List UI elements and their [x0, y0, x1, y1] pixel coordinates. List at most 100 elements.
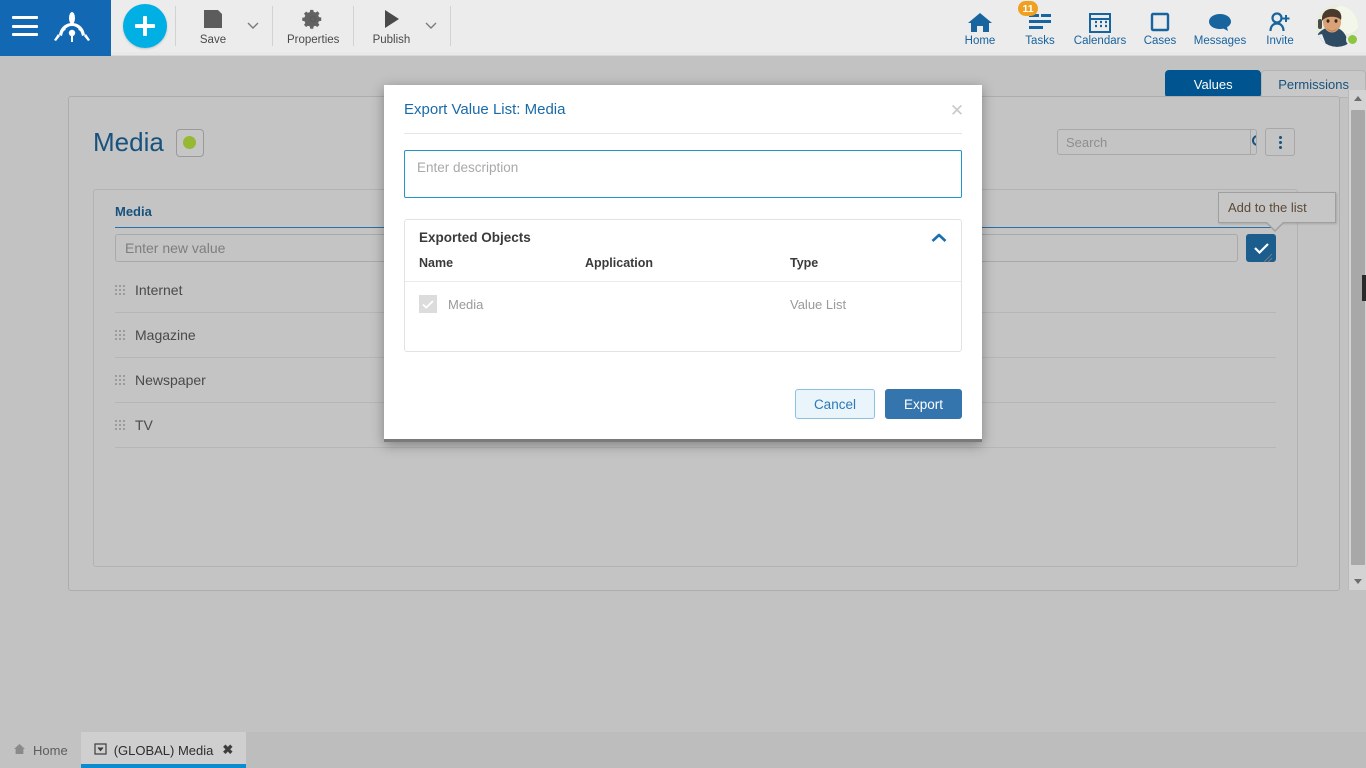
nav-tasks-label: Tasks — [1025, 34, 1055, 47]
arrow-up-icon[interactable] — [1349, 90, 1366, 107]
nav-calendars-label: Calendars — [1073, 34, 1127, 47]
kebab-menu-icon[interactable] — [1265, 128, 1295, 156]
nav-home[interactable]: Home — [950, 1, 1010, 51]
dialog-title: Export Value List: Media — [404, 100, 566, 118]
taskbar-tab-global-media-label: (GLOBAL) Media — [113, 742, 214, 758]
page-tabs: Values Permissions — [1165, 70, 1366, 98]
properties-label: Properties — [287, 34, 340, 46]
dialog-actions: Cancel Export — [794, 389, 962, 419]
exported-objects-panel: Exported Objects Name Application Type M… — [404, 219, 962, 352]
toolbar-separator-4 — [450, 6, 452, 46]
nav-messages-label: Messages — [1193, 34, 1247, 47]
column-header-application: Application — [585, 254, 790, 282]
status-indicator[interactable] — [175, 128, 204, 157]
add-to-list-button[interactable] — [1246, 234, 1276, 262]
status-dot-icon — [183, 136, 197, 149]
nav-cases-label: Cases — [1143, 34, 1177, 47]
save-label: Save — [199, 34, 227, 46]
properties-button[interactable]: Properties — [281, 2, 345, 50]
drag-handle-icon[interactable] — [115, 328, 125, 342]
vertical-scrollbar[interactable] — [1348, 90, 1366, 590]
publish-button[interactable]: Publish — [362, 2, 420, 50]
toolbar-separator-1 — [175, 6, 176, 46]
nav-cases[interactable]: Cases — [1130, 1, 1190, 51]
column-header-type: Type — [790, 254, 961, 282]
nav-calendars[interactable]: Calendars — [1070, 1, 1130, 51]
publish-label: Publish — [372, 34, 411, 46]
tab-permissions-label: Permissions — [1278, 76, 1349, 92]
speech-bubble-icon — [1207, 6, 1233, 34]
table-bottom-spacer — [405, 327, 961, 351]
save-dropdown-caret[interactable] — [242, 4, 264, 48]
drag-handle-icon[interactable] — [115, 283, 125, 297]
toolbar-right-group: Home 11 Tasks Calendars Cases Messages I… — [950, 1, 1366, 51]
row-type: Value List — [790, 296, 847, 312]
nav-invite[interactable]: Invite — [1250, 1, 1310, 51]
publish-dropdown-caret[interactable] — [420, 4, 442, 48]
export-label: Export — [903, 396, 943, 412]
hamburger-icon[interactable] — [12, 16, 38, 36]
cancel-button[interactable]: Cancel — [794, 389, 875, 419]
tooltip-text: Add to the list — [1228, 200, 1307, 215]
taskbar-tab-home-label: Home — [33, 742, 68, 758]
nav-invite-label: Invite — [1266, 34, 1294, 47]
page-title: Media — [93, 127, 164, 157]
scroll-edge-marker — [1362, 275, 1366, 301]
arrow-down-icon[interactable] — [1349, 573, 1366, 590]
status-badge — [1346, 33, 1359, 46]
cancel-label: Cancel — [813, 396, 856, 412]
search-input[interactable] — [1058, 130, 1250, 154]
dialog-header: Export Value List: Media ✕ — [384, 85, 982, 133]
row-name: Media — [448, 296, 484, 312]
nav-home-label: Home — [964, 34, 996, 47]
nav-messages[interactable]: Messages — [1190, 1, 1250, 51]
search-area — [1057, 128, 1295, 156]
list-item-label: TV — [135, 417, 153, 433]
save-floppy-icon — [202, 6, 224, 32]
taskbar-tab-global-media[interactable]: (GLOBAL) Media ✖ — [80, 732, 247, 768]
list-item-label: Internet — [135, 282, 183, 298]
tasks-badge: 11 — [1018, 1, 1038, 16]
taskbar-tab-home[interactable]: Home — [0, 732, 81, 768]
exported-objects-table: Name Application Type Media Value List — [405, 254, 961, 327]
drag-handle-icon[interactable] — [115, 373, 125, 387]
top-toolbar: Save Properties Publish Home 11 Tasks Ca… — [0, 0, 1366, 52]
description-input[interactable] — [404, 150, 962, 198]
row-checkbox — [419, 295, 437, 313]
toolbar-separator-3 — [353, 6, 355, 46]
column-header-name: Name — [405, 254, 585, 282]
close-x-icon[interactable]: ✖ — [222, 742, 233, 758]
close-icon[interactable]: ✕ — [948, 101, 966, 119]
list-item-label: Newspaper — [135, 372, 206, 388]
toolbar-bottom-strip — [111, 52, 1366, 56]
bottom-taskbar: Home (GLOBAL) Media ✖ — [0, 732, 1366, 768]
person-add-icon — [1267, 6, 1293, 34]
list-item-label: Magazine — [135, 327, 196, 343]
plus-icon[interactable] — [123, 4, 167, 48]
calendar-icon — [1087, 6, 1113, 34]
nav-tasks[interactable]: 11 Tasks — [1010, 1, 1070, 51]
progress-strip — [0, 52, 111, 56]
search-icon[interactable] — [1250, 130, 1256, 154]
row-application — [585, 282, 790, 328]
save-button[interactable]: Save — [184, 2, 242, 50]
window-small-icon — [94, 742, 107, 758]
frog-logo-icon[interactable] — [52, 9, 92, 43]
home-icon — [966, 6, 994, 34]
table-row[interactable]: Media Value List — [405, 282, 961, 328]
play-triangle-icon — [381, 6, 401, 32]
toolbar-brand-block — [0, 0, 111, 52]
gear-icon — [302, 6, 324, 32]
exported-objects-header[interactable]: Exported Objects — [405, 220, 961, 254]
drag-handle-icon[interactable] — [115, 418, 125, 432]
chevron-up-icon[interactable] — [931, 230, 947, 248]
dialog-header-divider — [404, 133, 962, 134]
export-button[interactable]: Export — [884, 389, 962, 419]
table-header-row: Name Application Type — [405, 254, 961, 282]
avatar[interactable] — [1316, 5, 1359, 47]
tab-values[interactable]: Values — [1165, 70, 1262, 98]
exported-objects-title: Exported Objects — [419, 229, 531, 245]
scrollbar-thumb[interactable] — [1351, 110, 1365, 565]
export-value-list-dialog: Export Value List: Media ✕ Exported Obje… — [384, 85, 982, 442]
toolbar-separator-2 — [272, 6, 273, 46]
